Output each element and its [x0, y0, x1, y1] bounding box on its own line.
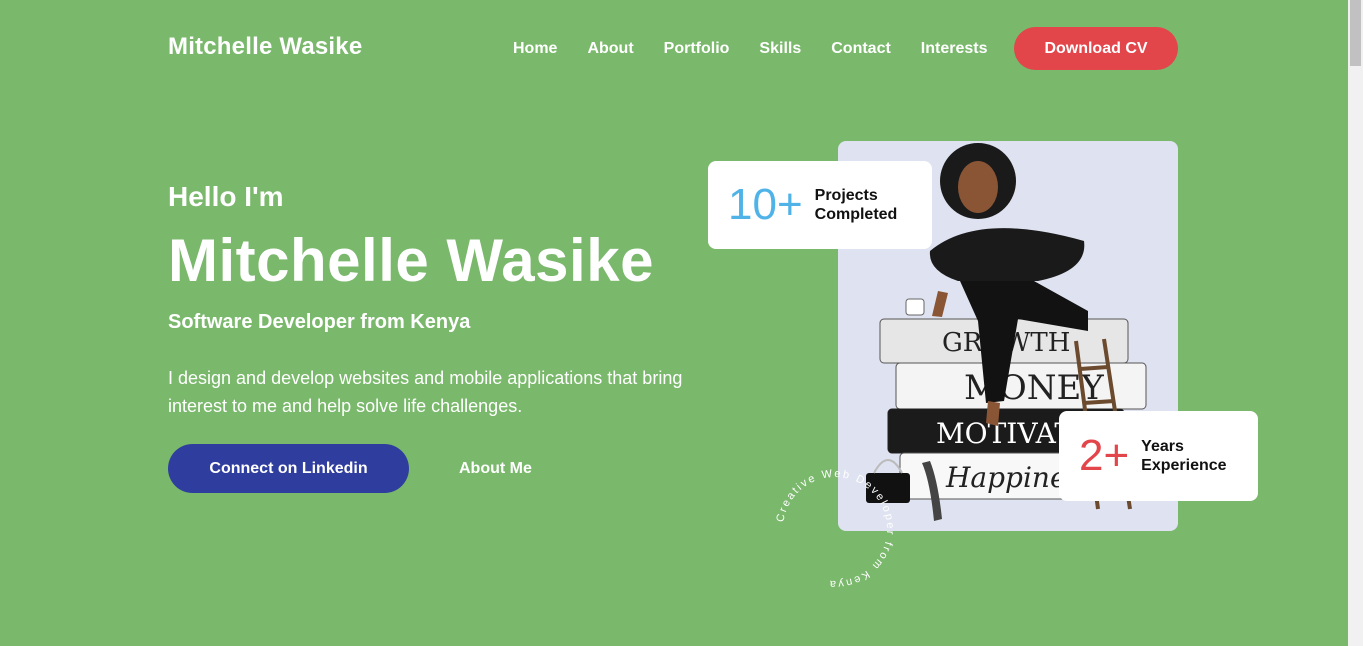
download-cv-button[interactable]: Download CV [1014, 27, 1178, 70]
nav-portfolio-link[interactable]: Portfolio [664, 40, 730, 58]
nav-skills-link[interactable]: Skills [759, 40, 801, 58]
hero-role: Software Developer from Kenya [168, 311, 471, 333]
about-me-link[interactable]: About Me [459, 460, 532, 478]
book-happiness-label: Happine [945, 461, 1067, 494]
circular-badge: Creative Web Developer from Kenya [774, 468, 896, 590]
projects-count: 10+ [728, 180, 803, 229]
hero-greeting: Hello I'm [168, 181, 284, 212]
svg-text:Creative Web Developer from Ke: Creative Web Developer from Kenya [774, 468, 896, 590]
connect-linkedin-button[interactable]: Connect on Linkedin [168, 444, 409, 493]
projects-label-2: Completed [814, 206, 898, 223]
circular-badge-text: Creative Web Developer from Kenya [774, 468, 894, 590]
hero-description: I design and develop websites and mobile… [168, 368, 683, 416]
experience-stat-card: 2+ Years Experience [1059, 411, 1258, 501]
hero-name: Mitchelle Wasike [168, 227, 654, 294]
projects-label-1: Projects [814, 187, 878, 204]
site-brand[interactable]: Mitchelle Wasike [168, 33, 362, 61]
nav-contact-link[interactable]: Contact [831, 40, 891, 58]
cup-icon [905, 298, 925, 316]
experience-label-2: Experience [1141, 457, 1227, 474]
scrollbar-thumb[interactable] [1350, 0, 1361, 66]
main-nav: Home About Portfolio Skills Contact Inte… [513, 40, 988, 58]
nav-about-link[interactable]: About [587, 40, 633, 58]
nav-interests-link[interactable]: Interests [921, 40, 988, 58]
page-scrollbar[interactable] [1348, 0, 1363, 646]
experience-count: 2+ [1079, 431, 1130, 480]
projects-stat-card: 10+ Projects Completed [708, 161, 932, 249]
nav-home-link[interactable]: Home [513, 40, 557, 58]
experience-label-1: Years [1141, 438, 1184, 455]
